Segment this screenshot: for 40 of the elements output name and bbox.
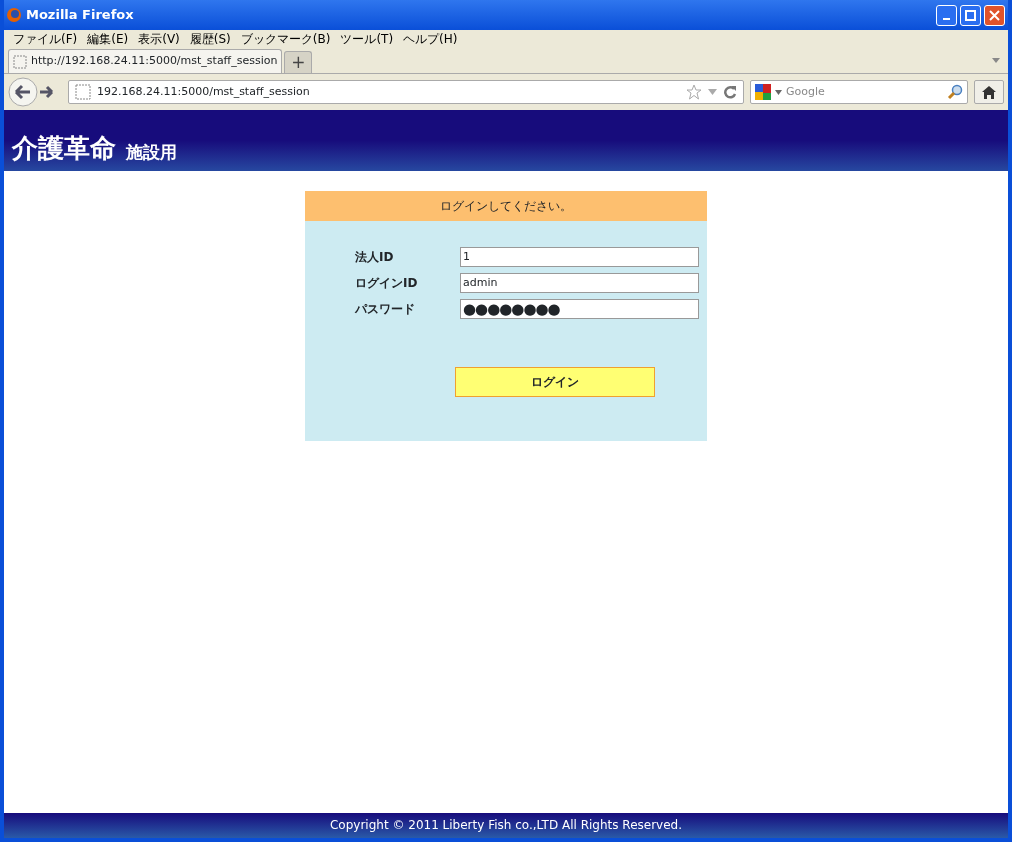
menu-item[interactable]: 編集(E) bbox=[82, 30, 134, 48]
close-icon bbox=[989, 9, 1000, 21]
minimize-icon bbox=[943, 18, 950, 20]
address-bar[interactable]: 192.168.24.11:5000/mst_staff_session bbox=[68, 80, 744, 104]
maximize-icon bbox=[965, 9, 976, 21]
reload-icon[interactable] bbox=[723, 85, 737, 99]
field-label: ログインID bbox=[355, 275, 419, 292]
page-icon bbox=[13, 54, 27, 69]
field-label: 法人ID bbox=[355, 249, 395, 266]
browser-tab[interactable]: http://192.168.24.11:5000/mst_staff_session bbox=[8, 49, 283, 73]
menu-item[interactable]: 履歴(S) bbox=[184, 30, 236, 48]
field-label: パスワード bbox=[355, 301, 416, 318]
menu-item[interactable]: ツール(T) bbox=[335, 30, 399, 48]
new-tab-button[interactable]: + bbox=[284, 51, 313, 73]
app-subtitle: 施設用 bbox=[126, 144, 177, 161]
close-button[interactable] bbox=[984, 4, 1005, 26]
firefox-logo-icon bbox=[6, 7, 22, 23]
home-icon bbox=[982, 85, 996, 99]
minimize-button[interactable] bbox=[936, 4, 957, 26]
search-icon[interactable] bbox=[947, 84, 963, 100]
input-field[interactable]: admin bbox=[460, 273, 699, 293]
login-button[interactable]: ログイン bbox=[455, 367, 655, 397]
star-icon[interactable] bbox=[686, 84, 702, 100]
dropdown-icon[interactable] bbox=[992, 58, 1000, 63]
login-message: ログインしてください。 bbox=[305, 191, 707, 221]
dropdown-icon[interactable] bbox=[775, 89, 782, 95]
input-field[interactable]: 1 bbox=[460, 247, 699, 267]
copyright-footer: Copyright © 2011 Liberty Fish co.,LTD All Rights Reserved. bbox=[4, 813, 1008, 838]
menu-item[interactable]: ファイル(F) bbox=[8, 30, 83, 48]
menu-item[interactable]: ヘルプ(H) bbox=[398, 30, 463, 48]
menu-item[interactable]: ブックマーク(B) bbox=[235, 30, 336, 48]
password-field[interactable]: ●●●●●●●● bbox=[460, 299, 699, 319]
home-button[interactable] bbox=[974, 80, 1004, 104]
page-icon bbox=[75, 84, 91, 100]
window-title: Mozilla Firefox bbox=[26, 6, 134, 25]
app-title: 介護革命 bbox=[12, 135, 116, 161]
search-field[interactable]: Google bbox=[750, 80, 968, 104]
search-engine-icon[interactable] bbox=[755, 84, 771, 100]
maximize-button[interactable] bbox=[960, 4, 981, 26]
menu-item[interactable]: 表示(V) bbox=[133, 30, 185, 48]
